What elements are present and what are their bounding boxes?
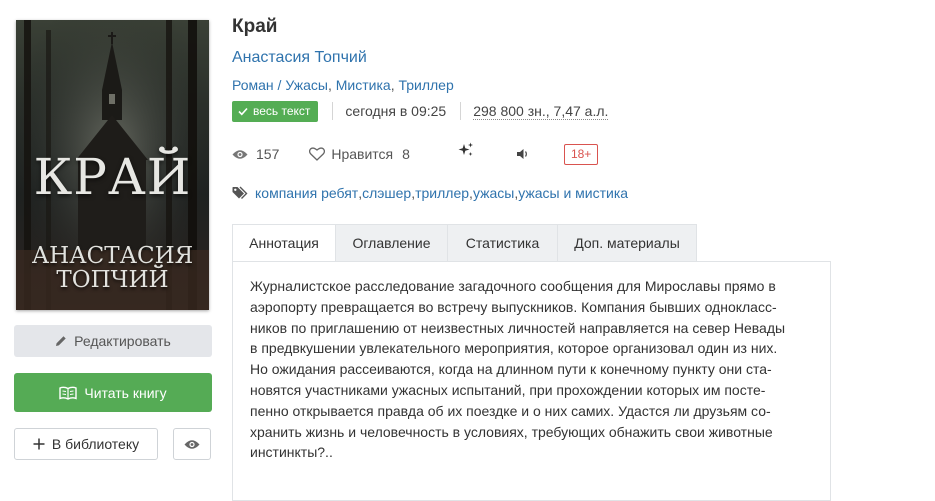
like-button[interactable]: Нравится 8 [309,146,410,162]
pencil-icon [55,335,67,347]
book-title: Край [232,16,278,37]
status-badge-label: весь текст [253,104,311,118]
genre-list: Роман / Ужасы, Мистика, Триллер [232,77,454,93]
genre-link[interactable]: Мистика [336,77,391,93]
meta-row: весь текст сегодня в 09:25 298 800 зн., … [232,100,609,122]
read-book-label: Читать книгу [84,384,167,401]
divider [460,102,462,120]
views-icon [232,149,248,160]
edit-button-label: Редактировать [74,333,171,349]
cover-title: КРАЙ [33,148,192,206]
tab-contents[interactable]: Оглавление [336,224,448,262]
tab-statistics[interactable]: Статистика [448,224,558,262]
genre-link[interactable]: Роман / Ужасы [232,77,328,93]
text-size[interactable]: 298 800 зн., 7,47 а.л. [473,103,609,120]
status-badge: весь текст [232,100,319,122]
annotation-line: Журналистское расследование загадочного … [250,278,776,294]
read-book-button[interactable]: Читать книгу [14,373,212,412]
check-icon [238,107,248,116]
cover-author-line: ТОПЧИЙ [56,267,169,293]
tag-link[interactable]: компания ребят [255,185,358,201]
cover-author-line: АНАСТАСИЯ [31,243,194,269]
divider [332,102,334,120]
audio-icon[interactable] [516,148,530,160]
tab-annotation[interactable]: Аннотация [232,224,336,262]
like-count: 8 [402,146,410,162]
tag-link[interactable]: ужасы и мистика [518,185,628,201]
watch-button[interactable] [173,428,211,460]
tag-list: компания ребят, слэшер, триллер, ужасы, … [232,185,628,201]
tab-bar: Аннотация Оглавление Статистика Доп. мат… [232,224,697,262]
annotation-line: в предвкушении увлекательного мероприяти… [250,340,778,357]
updated-time: сегодня в 09:25 [345,103,447,119]
annotation-text: Журналистское расследование загадочного … [250,276,813,463]
tag-link[interactable]: слэшер [362,185,411,201]
annotation-line: хранить жизнь и человечность в условиях,… [250,423,773,440]
author-link[interactable]: Анастасия Топчий [232,49,367,67]
add-to-library-label: В библиотеку [51,436,140,452]
annotation-panel: Журналистское расследование загадочного … [232,261,831,501]
annotation-line: аэропорту превращается во встречу выпуск… [250,298,777,315]
add-to-library-button[interactable]: В библиотеку [14,428,158,460]
tab-extra-materials[interactable]: Доп. материалы [558,224,697,262]
like-label: Нравится [331,146,394,162]
stats-row: 157 Нравится 8 18+ [232,142,599,165]
annotation-line: новятся участниками ужасных испытаний, п… [250,381,766,398]
plus-icon [33,438,45,450]
tag-link[interactable]: триллер [415,185,469,201]
edit-button[interactable]: Редактировать [14,325,212,357]
cover-author: АНАСТАСИЯ ТОПЧИЙ [16,244,209,292]
genre-link[interactable]: Триллер [398,77,453,93]
book-cover[interactable]: КРАЙ АНАСТАСИЯ ТОПЧИЙ [16,20,209,310]
age-rating-badge: 18+ [563,143,599,165]
tag-icon [232,186,249,200]
eye-icon [184,439,200,450]
views-count: 157 [256,146,280,162]
heart-icon [309,147,326,161]
tag-link[interactable]: ужасы [473,185,514,201]
annotation-line: ников по приглашению от неизвестных личн… [250,319,786,336]
sparkles-icon[interactable] [458,142,474,158]
annotation-line: пенно открывается правда об их поездке и… [250,402,771,419]
book-icon [59,386,78,400]
annotation-line: Но ожидания рассеиваются, когда на длинн… [250,361,772,378]
annotation-line: инстинкты?.. [250,444,333,461]
